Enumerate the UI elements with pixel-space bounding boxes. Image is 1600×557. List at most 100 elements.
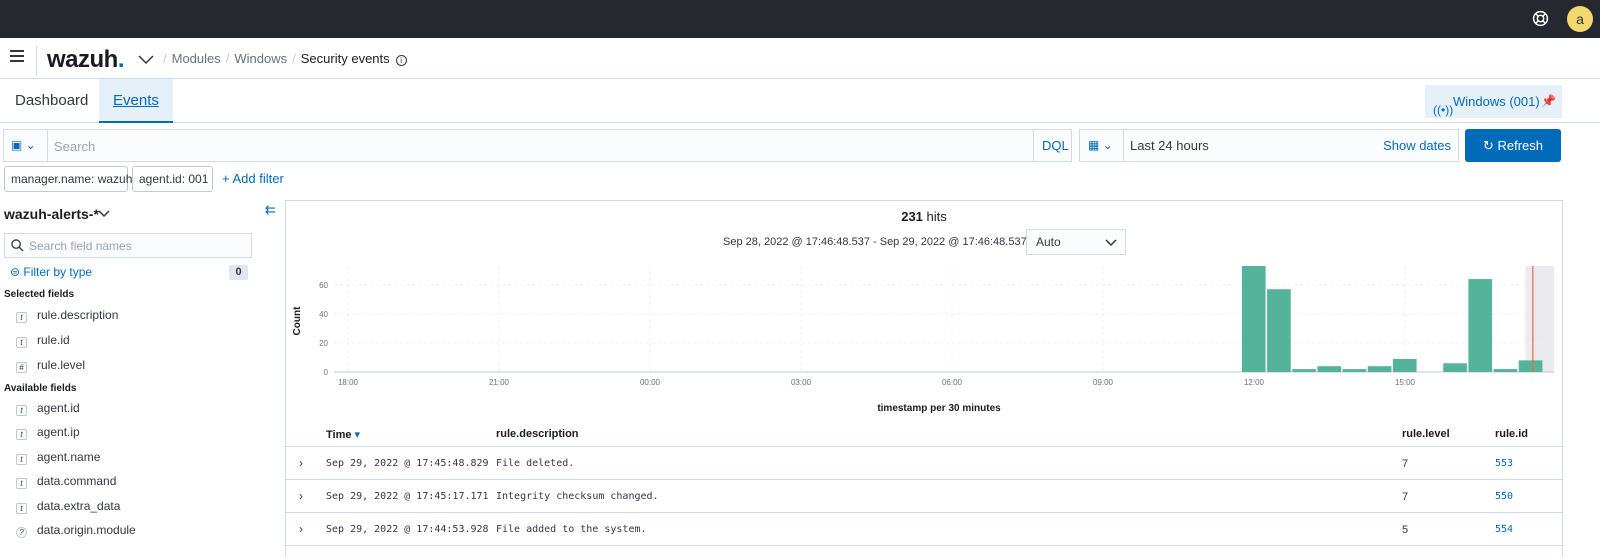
chart-grid [334,266,1554,373]
table-row[interactable]: › Sep 29, 2022 @ 17:44:53.928 File added… [286,514,1562,546]
filter-pill-agent[interactable]: agent.id: 001 [132,166,213,192]
chevron-right-icon[interactable]: › [299,456,303,470]
filter-pill-manager[interactable]: manager.name: wazuh [4,166,132,192]
field-search-input[interactable] [29,237,244,255]
filter-by-type-label: Filter by type [23,265,93,279]
histogram-bar [1241,266,1266,372]
column-header-label: Time [326,429,352,441]
cell-rule-id-link[interactable]: 550 [1495,491,1513,502]
field-name: data.origin.module [37,523,136,537]
refresh-button[interactable]: ↻ Refresh [1465,129,1561,162]
cell-description: Integrity checksum changed. [496,491,659,502]
histogram-bar [1267,289,1291,372]
tab-dashboard[interactable]: Dashboard [1,79,102,123]
unknown-type-icon: ? [16,527,27,538]
menu-icon[interactable] [10,50,24,62]
chevron-right-icon[interactable]: › [299,522,303,536]
refresh-label: Refresh [1497,138,1544,153]
string-type-icon: t [16,429,27,440]
avatar[interactable]: a [1567,6,1593,32]
field-item[interactable]: t agent.name [16,450,100,468]
x-tick-label: 00:00 [640,378,661,387]
x-tick-label: 18:00 [338,378,359,387]
field-name: data.extra_data [37,499,121,513]
cell-rule-id-link[interactable]: 553 [1495,458,1513,469]
column-header-id[interactable]: rule.id [1495,428,1528,440]
time-period: Sep 28, 2022 @ 17:46:48.537 - Sep 29, 20… [723,236,1027,248]
string-type-icon: t [16,312,27,323]
cell-level: 5 [1402,524,1409,536]
saved-query-icon[interactable]: ▣ ⌄ [11,138,36,152]
date-range[interactable]: Last 24 hours [1130,130,1209,161]
field-name: agent.id [37,401,80,415]
column-header-time[interactable]: Time ▾ [326,428,360,441]
agent-pill[interactable]: ((•)) Windows (001) 📌 [1425,85,1562,118]
breadcrumb-windows[interactable]: Windows [234,51,287,66]
y-tick-label: 20 [319,339,328,348]
field-item[interactable]: ? data.origin.module [16,523,136,541]
cell-rule-id-link[interactable]: 554 [1495,524,1513,535]
field-item[interactable]: # rule.level [16,358,85,376]
interval-select[interactable]: Auto [1026,229,1126,255]
refresh-icon: ↻ [1482,138,1498,153]
column-header-level[interactable]: rule.level [1402,428,1450,440]
histogram-bar [1468,279,1493,372]
histogram-bar [1392,358,1417,372]
chevron-down-icon[interactable] [98,210,110,218]
histogram-bar [1443,363,1467,372]
y-tick-label: 60 [319,281,328,290]
x-axis-label: timestamp per 30 minutes [877,403,1001,414]
breadcrumb-modules[interactable]: Modules [172,51,221,66]
histogram-bar [1292,369,1316,372]
chevron-right-icon[interactable]: › [299,489,303,503]
histogram-bar [1367,366,1392,372]
cell-level: 7 [1402,491,1409,503]
index-pattern[interactable]: wazuh-alerts-* [4,206,99,222]
sort-down-icon[interactable]: ▾ [355,429,361,441]
field-item[interactable]: t data.extra_data [16,499,120,517]
pin-icon[interactable]: 📌 [1541,85,1556,118]
string-type-icon: t [16,337,27,348]
chevron-down-icon [1105,239,1117,247]
discover-panel: 231 hits Sep 28, 2022 @ 17:46:48.537 - S… [285,200,1563,557]
tab-events[interactable]: Events [99,79,173,123]
logo-text: wazuh [47,46,118,73]
wifi-icon: ((•)) [1433,103,1454,117]
histogram-bar [1317,366,1342,372]
chart-bars [1241,266,1543,372]
calendar-icon[interactable]: ▦ ⌄ [1088,138,1113,152]
field-name: rule.level [37,358,86,372]
info-icon[interactable]: i [395,55,407,66]
table-row[interactable]: › Sep 29, 2022 @ 17:45:17.171 Integrity … [286,481,1562,513]
field-item[interactable]: t agent.id [16,401,80,419]
show-dates-link[interactable]: Show dates [1383,130,1451,161]
column-header-description[interactable]: rule.description [496,428,579,440]
histogram-chart[interactable]: 0 20 40 60 18:00 21:00 00:00 03:00 06:00 09:00 12:… [286,261,1562,421]
cell-time: Sep 29, 2022 @ 17:45:17.171 [326,491,489,502]
table-row[interactable]: › Sep 29, 2022 @ 17:45:48.829 File delet… [286,448,1562,480]
field-name: agent.name [37,450,101,464]
hits-label: hits [926,209,947,224]
field-item[interactable]: t rule.id [16,333,70,351]
field-item[interactable]: t rule.description [16,308,118,326]
filter-icon: ⊜ [10,265,24,279]
field-name: rule.description [37,308,119,322]
field-item[interactable]: t agent.ip [16,425,80,443]
field-item[interactable]: t data.command [16,474,116,492]
histogram-bar [1518,360,1543,372]
collapse-sidebar-icon[interactable]: ⇇ [265,202,276,218]
histogram-bar [1342,369,1367,372]
date-picker: ▦ ⌄ Last 24 hours Show dates [1079,129,1459,162]
wazuh-logo[interactable]: wazuh. [47,46,125,74]
chevron-down-icon[interactable] [138,55,154,65]
agent-pill-label: Windows (001) [1453,94,1540,109]
add-filter-button[interactable]: + Add filter [222,166,284,192]
dql-button[interactable]: DQL [1033,130,1072,161]
string-type-icon: t [16,478,27,489]
search-input[interactable] [54,136,1024,156]
help-icon[interactable] [1532,10,1549,27]
filter-by-type-button[interactable]: ⊜ Filter by type [10,265,92,279]
x-tick-label: 03:00 [791,378,812,387]
query-bar: ▣ ⌄ DQL [3,129,1072,162]
cell-description: File deleted. [496,458,575,469]
